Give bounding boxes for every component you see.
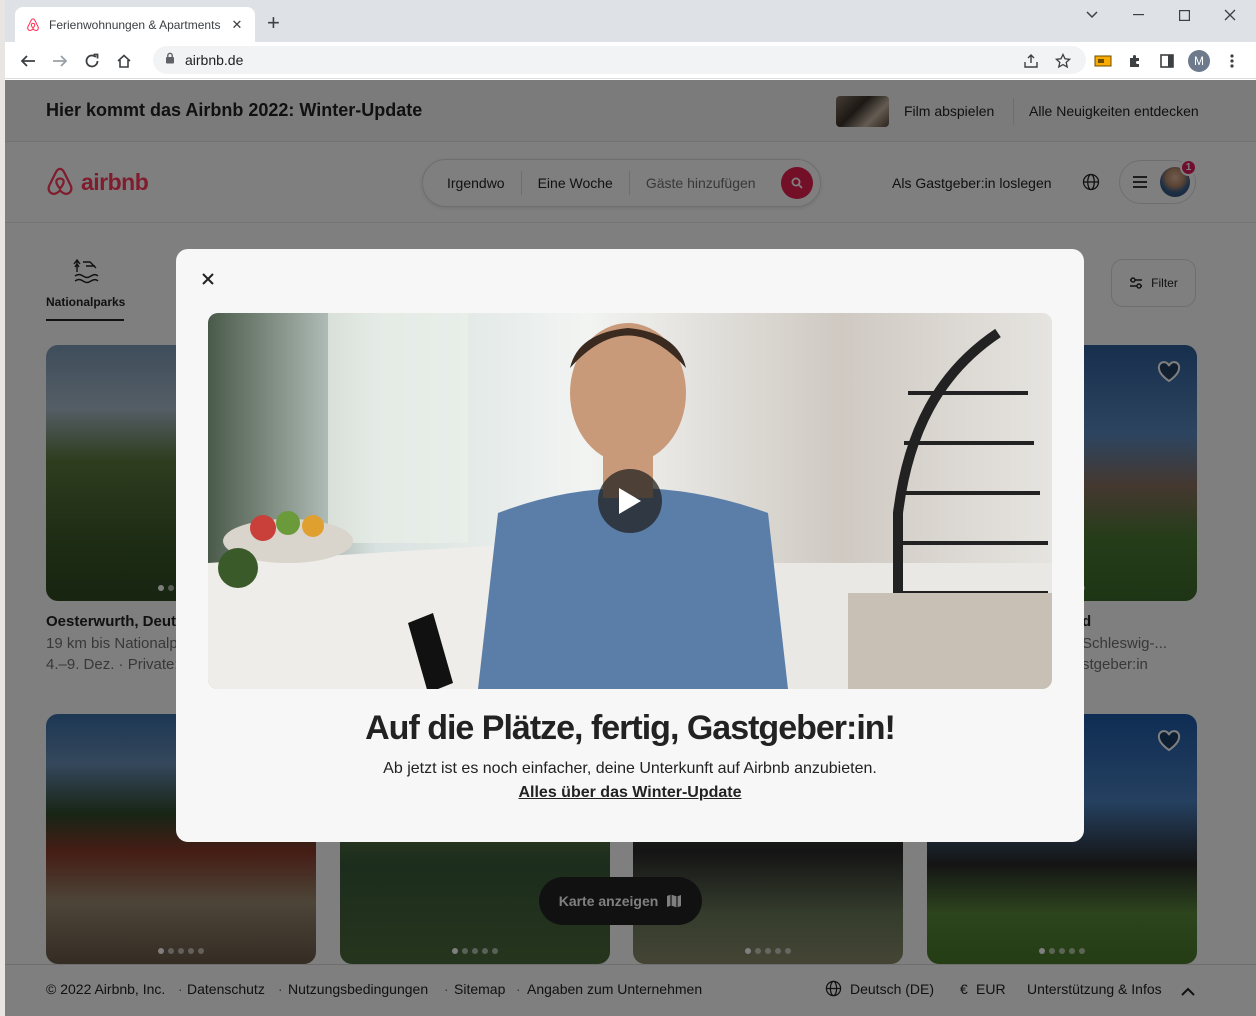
minimize-icon[interactable] bbox=[1115, 4, 1161, 26]
close-window-icon[interactable] bbox=[1207, 4, 1253, 26]
airbnb-favicon-icon bbox=[25, 17, 41, 33]
profile-avatar[interactable]: M bbox=[1188, 50, 1210, 72]
winter-update-link[interactable]: Alles über das Winter-Update bbox=[518, 784, 741, 801]
new-tab-icon[interactable]: + bbox=[267, 12, 280, 34]
extension-badge-icon[interactable] bbox=[1092, 50, 1114, 72]
home-icon[interactable] bbox=[113, 50, 135, 72]
maximize-icon[interactable] bbox=[1161, 4, 1207, 26]
lock-icon bbox=[165, 51, 177, 69]
modal-close-button[interactable] bbox=[198, 269, 218, 289]
tab-bar: Ferienwohnungen & Apartments ✕ + bbox=[5, 0, 1256, 42]
url-text: airbnb.de bbox=[185, 52, 244, 68]
airbnb-page: Hier kommt das Airbnb 2022: Winter-Updat… bbox=[5, 80, 1256, 1016]
video-player[interactable] bbox=[208, 313, 1052, 689]
modal-title: Auf die Plätze, fertig, Gastgeber:in! bbox=[365, 709, 896, 747]
browser-toolbar: airbnb.de bbox=[5, 42, 1256, 79]
forward-icon[interactable] bbox=[49, 50, 71, 72]
play-video-button[interactable] bbox=[598, 469, 662, 533]
back-icon[interactable] bbox=[17, 50, 39, 72]
tab-search-icon[interactable] bbox=[1069, 4, 1115, 26]
tab-close-icon[interactable]: ✕ bbox=[229, 17, 245, 33]
side-panel-icon[interactable] bbox=[1156, 50, 1178, 72]
tab-title: Ferienwohnungen & Apartments bbox=[49, 17, 221, 32]
winter-update-link-wrapper: Alles über das Winter-Update bbox=[176, 784, 1084, 802]
modal-subtitle: Ab jetzt ist es noch einfacher, deine Un… bbox=[383, 760, 877, 777]
browser-tab[interactable]: Ferienwohnungen & Apartments ✕ bbox=[15, 7, 255, 42]
address-bar[interactable]: airbnb.de bbox=[153, 46, 1086, 74]
browser-window: Ferienwohnungen & Apartments ✕ + airbnb.… bbox=[5, 0, 1256, 1016]
share-icon[interactable] bbox=[1020, 50, 1042, 72]
reload-icon[interactable] bbox=[81, 50, 103, 72]
play-icon bbox=[619, 488, 641, 514]
close-icon bbox=[202, 273, 214, 285]
bookmark-star-icon[interactable] bbox=[1052, 50, 1074, 72]
extensions-puzzle-icon[interactable] bbox=[1124, 50, 1146, 72]
winter-update-modal: Auf die Plätze, fertig, Gastgeber:in! Ab… bbox=[176, 249, 1084, 842]
browser-menu-icon[interactable] bbox=[1221, 50, 1243, 72]
